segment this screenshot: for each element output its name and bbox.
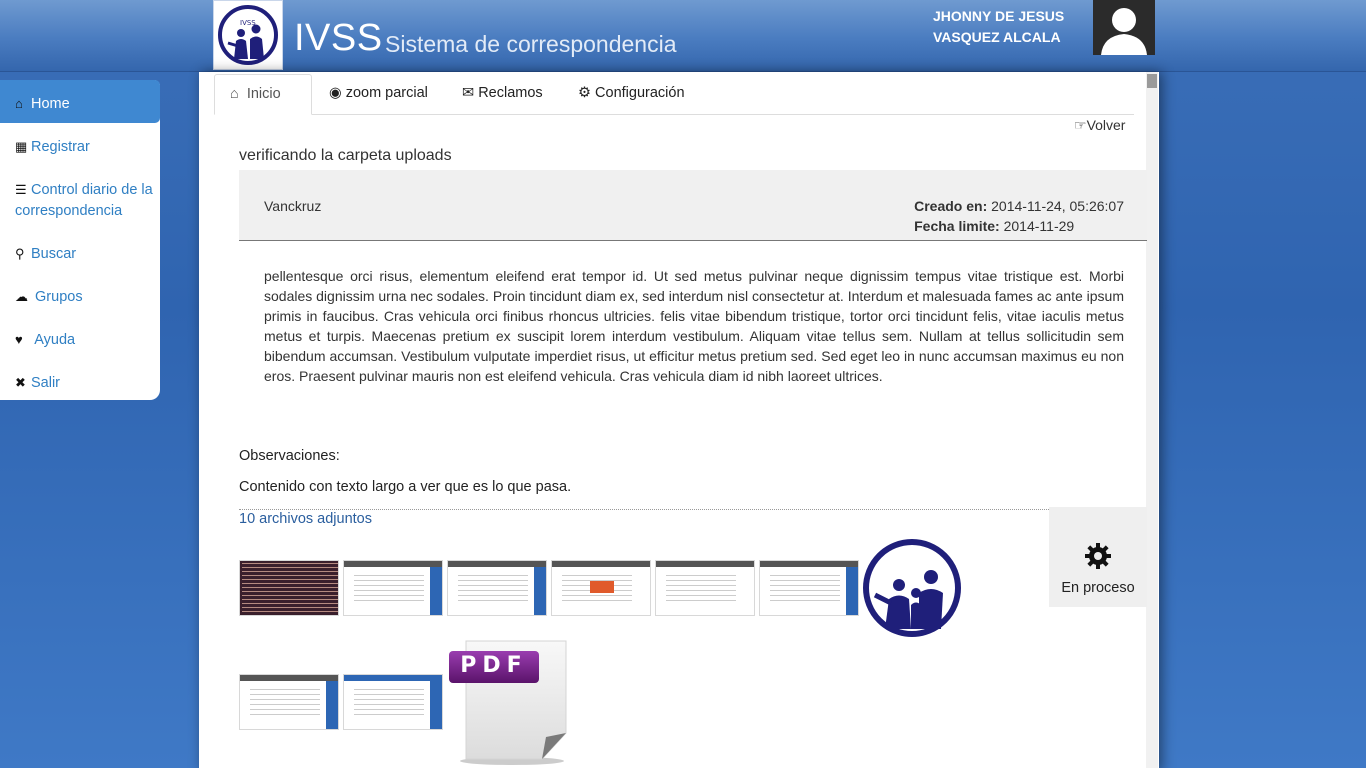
app-header: IVSS IVSS Sistema de correspondencia JHO… xyxy=(0,0,1366,72)
created-value: 2014-11-24, 05:26:07 xyxy=(991,198,1124,214)
app-subtitle: Sistema de correspondencia xyxy=(385,31,677,57)
search-icon: ⚲ xyxy=(15,246,25,261)
home-icon: ⌂ xyxy=(230,86,239,102)
avatar[interactable] xyxy=(1093,0,1155,55)
sidebar-item-label: Ayuda xyxy=(34,332,76,348)
app-brand: IVSS xyxy=(294,17,383,59)
attachment-pdf-file[interactable]: PDF xyxy=(446,637,574,768)
tab-configuracion[interactable]: ⚙ Configuración xyxy=(578,74,685,115)
attachments-link[interactable]: 10 archivos adjuntos xyxy=(239,509,1049,527)
user-name[interactable]: JHONNY DE JESUS VASQUEZ ALCALA xyxy=(900,6,1076,48)
sidebar-item-label: Registrar xyxy=(31,139,90,155)
sidebar-item-home[interactable]: ⌂ Home xyxy=(0,80,160,123)
home-icon: ⌂ xyxy=(15,96,23,111)
tab-bar: ⌂ Inicio ◉ zoom parcial ✉ Reclamos ⚙ Con… xyxy=(214,74,1134,115)
sidebar-item-label: Salir xyxy=(31,375,61,391)
sidebar-item-buscar[interactable]: ⚲ Buscar xyxy=(0,230,160,273)
sidebar-item-ayuda[interactable]: ♥ Ayuda xyxy=(0,316,160,359)
envelope-icon: ✉ xyxy=(462,85,475,101)
list-icon: ☰ xyxy=(15,182,27,197)
sidebar-item-registrar[interactable]: ▦ Registrar xyxy=(0,123,160,166)
sidebar-item-label: Home xyxy=(31,96,70,112)
observations-label: Observaciones: xyxy=(239,448,340,464)
vertical-scrollbar[interactable] xyxy=(1146,72,1158,768)
heart-icon: ♥ xyxy=(15,332,23,347)
document-body: pellentesque orci risus, elementum eleif… xyxy=(264,268,1124,384)
status-badge[interactable]: En proceso xyxy=(1049,507,1147,607)
status-label: En proceso xyxy=(1061,580,1135,596)
tab-label: zoom parcial xyxy=(345,85,428,101)
attachment-thumbnail[interactable] xyxy=(551,560,651,616)
sidebar-item-salir[interactable]: ✖ Salir xyxy=(0,359,160,402)
sidebar: ⌂ Home ▦ Registrar ☰ Control diario de la c… xyxy=(0,80,160,400)
tab-inicio[interactable]: ⌂ Inicio xyxy=(214,74,312,115)
created-label: Creado en: xyxy=(914,198,988,214)
document-dates: Creado en: 2014-11-24, 05:26:07 Fecha li… xyxy=(914,196,1124,236)
sidebar-item-label: Grupos xyxy=(35,289,83,305)
tab-reclamos[interactable]: ✉ Reclamos xyxy=(462,74,543,115)
scrollbar-thumb[interactable] xyxy=(1147,74,1157,88)
attachment-thumbnail[interactable] xyxy=(343,674,443,730)
deadline-label: Fecha limite: xyxy=(914,218,1000,234)
eye-icon: ◉ xyxy=(329,85,342,101)
user-silhouette-icon xyxy=(1101,8,1147,55)
close-icon: ✖ xyxy=(15,375,26,390)
volver-link[interactable]: ☞Volver xyxy=(1074,117,1125,134)
cloud-icon: ☁ xyxy=(15,289,28,304)
attachment-thumbnail[interactable] xyxy=(239,560,339,616)
sidebar-item-label: Control diario de la correspondencia xyxy=(15,182,153,219)
volver-label: Volver xyxy=(1086,117,1126,133)
attachment-thumbnail[interactable] xyxy=(447,560,547,616)
sidebar-item-control-diario[interactable]: ☰ Control diario de la correspondencia xyxy=(0,166,160,230)
hand-point-icon: ☞ xyxy=(1074,117,1087,133)
gear-icon xyxy=(1085,543,1111,569)
tab-label: Inicio xyxy=(246,86,281,102)
user-name-line1: JHONNY DE JESUS xyxy=(933,8,1065,24)
attachment-thumbnail[interactable] xyxy=(655,560,755,616)
ivss-logo-icon xyxy=(863,539,961,637)
deadline-value: 2014-11-29 xyxy=(1003,218,1075,234)
document-meta: Vanckruz Creado en: 2014-11-24, 05:26:07… xyxy=(239,170,1147,241)
pdf-label: PDF xyxy=(460,653,528,678)
tab-label: Reclamos xyxy=(478,85,543,101)
tab-zoom-parcial[interactable]: ◉ zoom parcial xyxy=(329,74,428,115)
sidebar-item-label: Buscar xyxy=(31,246,77,262)
document-author: Vanckruz xyxy=(264,198,322,214)
document-subject: verificando la carpeta uploads xyxy=(239,147,452,164)
attachment-thumbnail[interactable] xyxy=(239,674,339,730)
user-name-line2: VASQUEZ ALCALA xyxy=(933,29,1061,45)
gear-icon: ⚙ xyxy=(578,85,591,101)
attachment-thumbnail[interactable] xyxy=(759,560,859,616)
attachment-thumbnail-ivss-logo[interactable] xyxy=(861,537,964,640)
ivss-logo[interactable]: IVSS xyxy=(213,0,283,70)
floppy-icon: ▦ xyxy=(15,139,28,154)
sidebar-item-grupos[interactable]: ☁ Grupos xyxy=(0,273,160,316)
attachment-thumbnail[interactable] xyxy=(343,560,443,616)
tab-label: Configuración xyxy=(595,85,685,101)
observations-text: Contenido con texto largo a ver que es l… xyxy=(239,479,572,495)
